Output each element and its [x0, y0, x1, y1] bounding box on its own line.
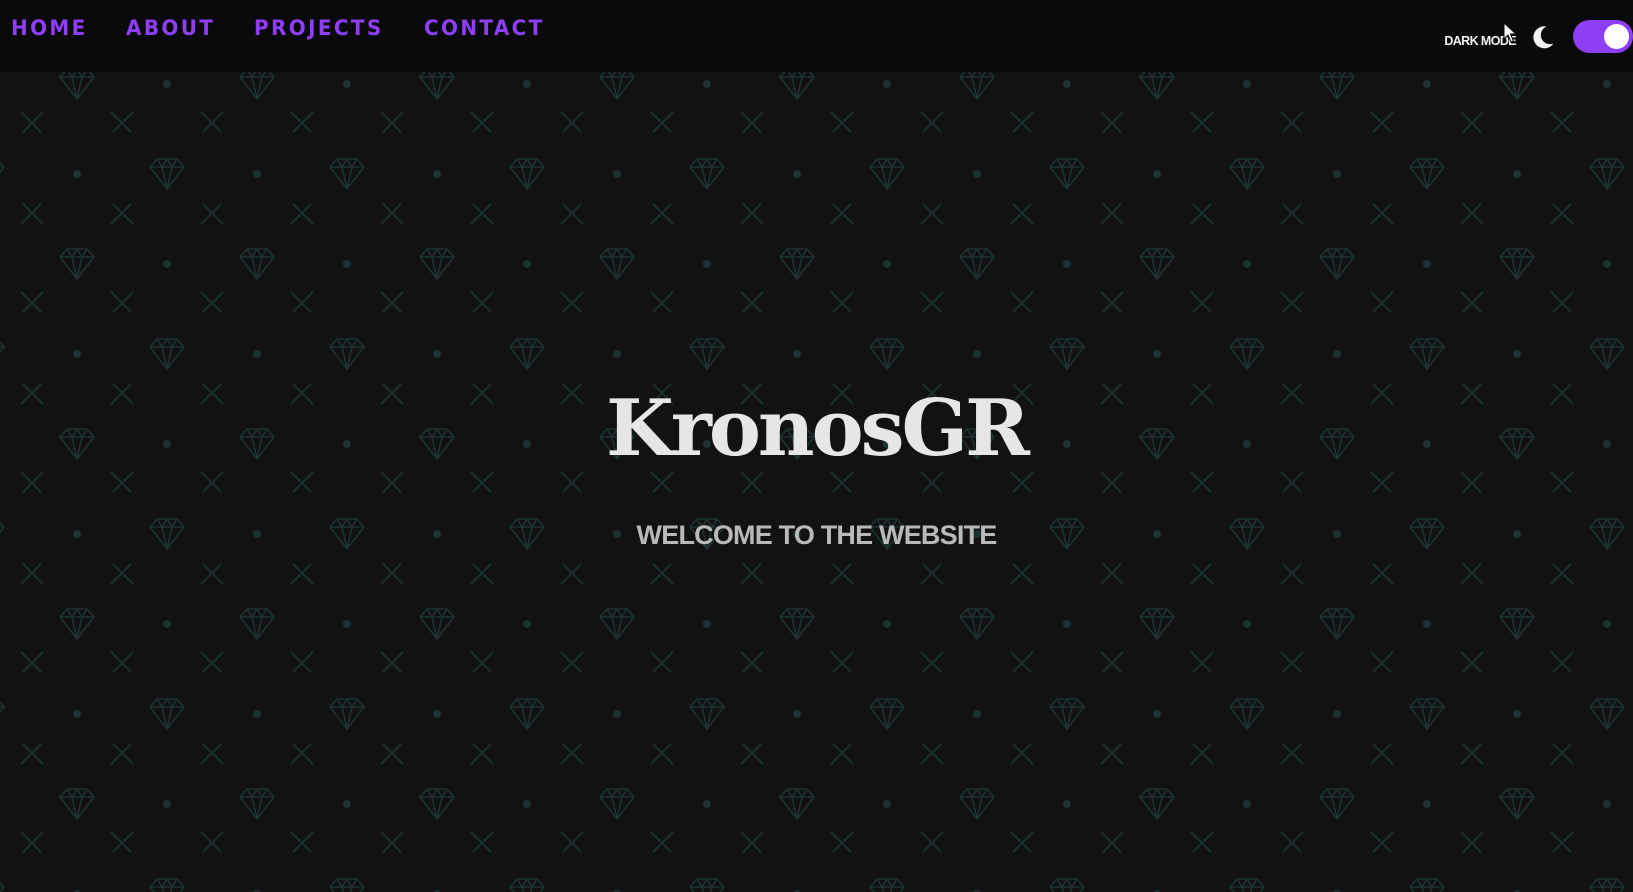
nav-link-projects[interactable]: PROJECTS: [254, 16, 384, 40]
moon-icon: [1530, 24, 1556, 50]
nav-link-home[interactable]: HOME: [11, 16, 88, 40]
hero-section: KronosGR WELCOME TO THE WEBSITE: [0, 0, 1633, 892]
hero-subtitle: WELCOME TO THE WEBSITE: [636, 520, 998, 550]
dark-mode-toggle[interactable]: [1573, 20, 1633, 53]
page: KronosGR WELCOME TO THE WEBSITE HOME ABO…: [0, 0, 1633, 892]
nav-links: HOME ABOUT PROJECTS CONTACT: [11, 16, 551, 40]
nav-link-about[interactable]: ABOUT: [126, 16, 215, 40]
hero-title: KronosGR: [606, 383, 1030, 474]
mouse-cursor-icon: [1503, 22, 1517, 43]
navbar: HOME ABOUT PROJECTS CONTACT DARK MODE: [0, 0, 1633, 72]
theme-switcher: DARK MODE: [1444, 20, 1633, 53]
toggle-knob: [1604, 24, 1629, 49]
nav-link-contact[interactable]: CONTACT: [424, 16, 545, 40]
